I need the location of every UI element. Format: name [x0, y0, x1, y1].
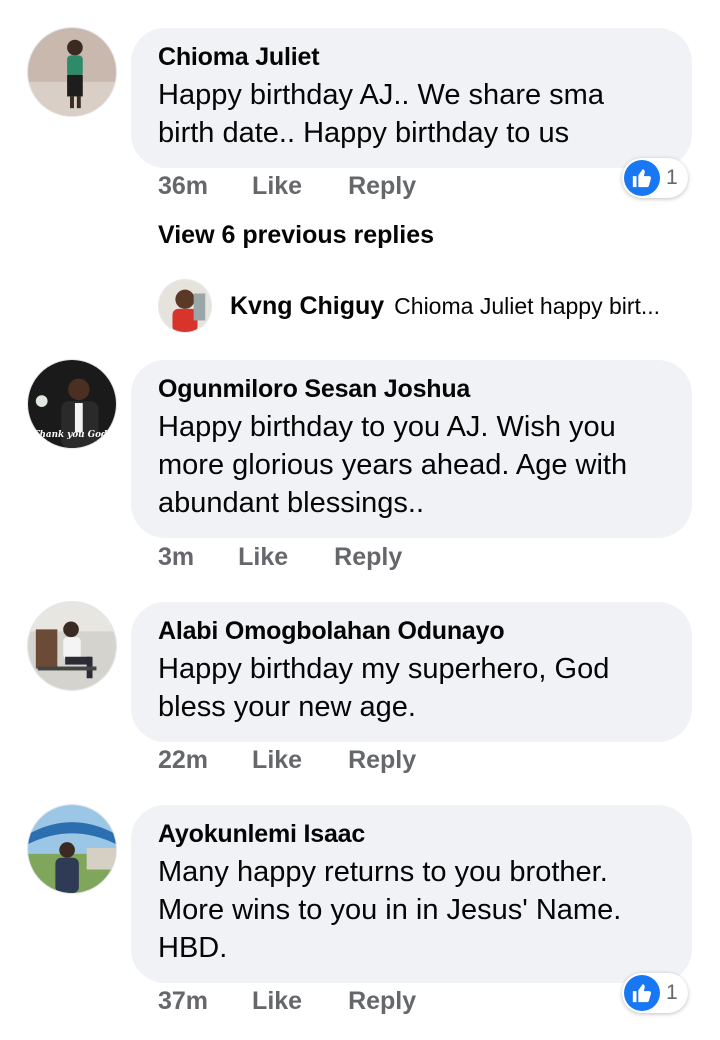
- comment-timestamp[interactable]: 3m: [158, 543, 194, 572]
- comment-actions: 37m Like Reply: [158, 987, 416, 1016]
- comment-actions: 36m Like Reply: [158, 172, 416, 201]
- comment-bubble[interactable]: Ogunmiloro Sesan Joshua Happy birthday t…: [131, 360, 692, 538]
- like-thumb-icon: [624, 975, 660, 1011]
- like-thumb-icon: [624, 160, 660, 196]
- view-previous-replies-link[interactable]: View 6 previous replies: [158, 221, 434, 250]
- avatar[interactable]: [158, 279, 212, 333]
- reply-button[interactable]: Reply: [334, 543, 402, 572]
- avatar[interactable]: [27, 804, 117, 894]
- comment-bubble[interactable]: Chioma Juliet Happy birthday AJ.. We sha…: [131, 28, 692, 168]
- comment-author[interactable]: Ogunmiloro Sesan Joshua: [158, 374, 665, 404]
- reaction-summary[interactable]: 1: [622, 158, 688, 198]
- comment-author[interactable]: Alabi Omogbolahan Odunayo: [158, 616, 665, 646]
- reply-button[interactable]: Reply: [348, 746, 416, 775]
- reply-text: Chioma Juliet happy birt...: [394, 292, 661, 319]
- reply-button[interactable]: Reply: [348, 987, 416, 1016]
- avatar[interactable]: [27, 27, 117, 117]
- reply-author[interactable]: Kvng Chiguy: [230, 292, 384, 321]
- comment-author[interactable]: Chioma Juliet: [158, 42, 665, 72]
- comment-timestamp[interactable]: 22m: [158, 746, 208, 775]
- comment-text: Happy birthday AJ.. We share sma birth d…: [158, 79, 604, 149]
- like-button[interactable]: Like: [238, 543, 288, 572]
- comment-text: Happy birthday my superhero, God bless y…: [158, 653, 610, 723]
- avatar[interactable]: Thank you God!: [27, 359, 117, 449]
- profile-photo: Thank you God!: [28, 360, 116, 448]
- like-button[interactable]: Like: [252, 987, 302, 1016]
- like-button[interactable]: Like: [252, 172, 302, 201]
- profile-photo: [28, 28, 116, 116]
- comment-actions: 3m Like Reply: [158, 543, 402, 572]
- reaction-count: 1: [666, 166, 678, 189]
- comment-text: Happy birthday to you AJ. Wish you more …: [158, 411, 628, 519]
- reply-button[interactable]: Reply: [348, 172, 416, 201]
- like-button[interactable]: Like: [252, 746, 302, 775]
- reaction-summary[interactable]: 1: [622, 973, 688, 1013]
- profile-photo: [28, 805, 116, 893]
- avatar[interactable]: [27, 601, 117, 691]
- comment-text: Many happy returns to you brother. More …: [158, 856, 622, 964]
- avatar-caption: Thank you God!: [33, 430, 111, 440]
- profile-photo: [28, 602, 116, 690]
- comment-timestamp[interactable]: 36m: [158, 172, 208, 201]
- reaction-count: 1: [666, 981, 678, 1004]
- comment-bubble[interactable]: Alabi Omogbolahan Odunayo Happy birthday…: [131, 602, 692, 742]
- profile-photo: [159, 280, 211, 332]
- comment-bubble[interactable]: Ayokunlemi Isaac Many happy returns to y…: [131, 805, 692, 983]
- comment-author[interactable]: Ayokunlemi Isaac: [158, 819, 665, 849]
- reply-preview[interactable]: Kvng Chiguy Chioma Juliet happy birt...: [158, 279, 698, 333]
- comment-timestamp[interactable]: 37m: [158, 987, 208, 1016]
- comment-actions: 22m Like Reply: [158, 746, 416, 775]
